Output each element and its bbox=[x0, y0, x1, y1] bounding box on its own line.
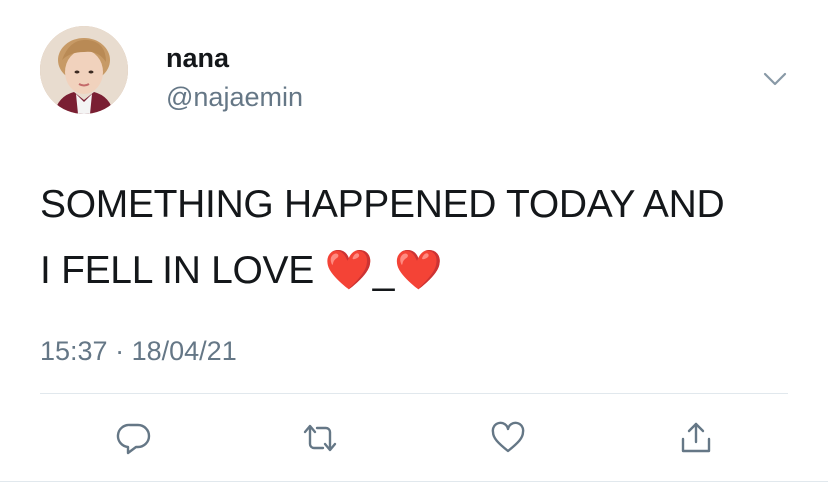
divider bbox=[40, 393, 788, 394]
heart-emoji: ❤️ bbox=[324, 249, 374, 292]
timestamp-separator: · bbox=[115, 336, 125, 366]
tweet-line-1: SOMETHING HAPPENED TODAY AND bbox=[40, 183, 725, 226]
tweet-date: 18/04/21 bbox=[131, 336, 237, 366]
tweet-text: SOMETHING HAPPENED TODAY AND I FELL IN L… bbox=[40, 172, 800, 304]
tweet-timestamp[interactable]: 15:37 · 18/04/21 bbox=[40, 334, 237, 368]
share-icon bbox=[681, 422, 711, 453]
tweet-line-2-text: I FELL IN LOVE bbox=[40, 249, 325, 292]
heart-emoji: ❤️ bbox=[394, 249, 443, 292]
reply-button[interactable] bbox=[114, 418, 154, 458]
retweet-icon bbox=[303, 424, 337, 452]
avatar-image bbox=[40, 26, 128, 114]
underscore-text: _ bbox=[372, 249, 395, 292]
avatar[interactable] bbox=[40, 26, 128, 114]
tweet-line-2: I FELL IN LOVE ❤️_❤️ bbox=[40, 238, 800, 304]
share-button[interactable] bbox=[676, 418, 716, 458]
retweet-button[interactable] bbox=[300, 418, 340, 458]
user-handle[interactable]: @najaemin bbox=[166, 80, 303, 114]
chevron-down-icon[interactable] bbox=[760, 64, 790, 94]
heart-icon bbox=[491, 421, 525, 453]
like-button[interactable] bbox=[488, 418, 528, 458]
reply-icon bbox=[116, 423, 151, 455]
tweet-time: 15:37 bbox=[40, 336, 108, 366]
display-name[interactable]: nana bbox=[166, 42, 229, 74]
